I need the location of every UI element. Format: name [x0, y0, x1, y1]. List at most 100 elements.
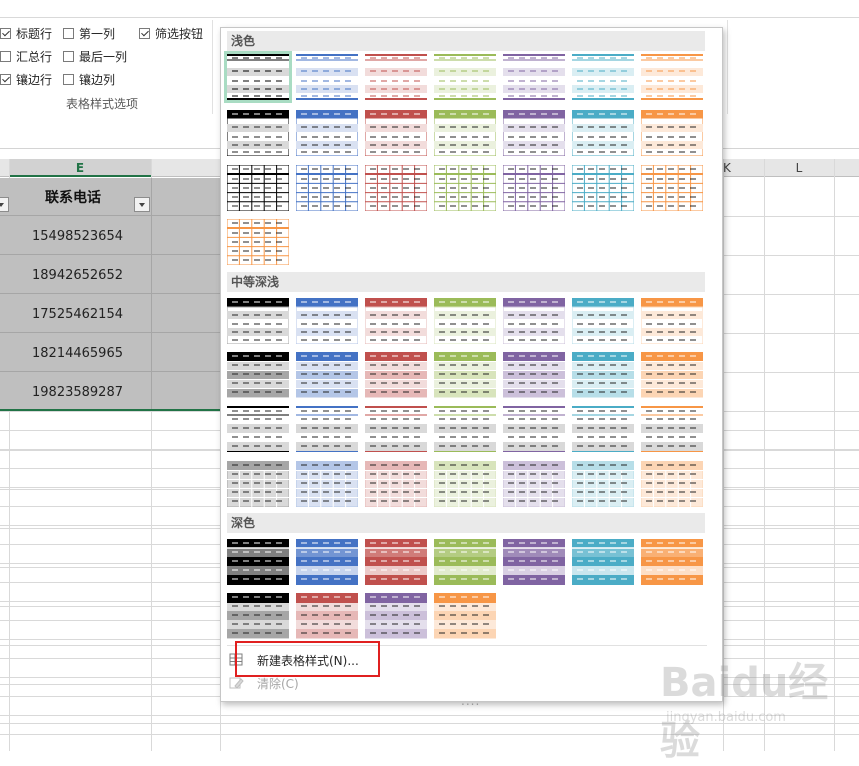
- table-style-swatch[interactable]: [641, 406, 703, 452]
- table-style-preview: [503, 110, 565, 156]
- table-style-swatch[interactable]: [434, 165, 496, 211]
- table-style-swatch[interactable]: [296, 539, 358, 585]
- table-style-swatch[interactable]: [503, 165, 565, 211]
- table-style-swatch[interactable]: [503, 352, 565, 398]
- filter-dropdown-button[interactable]: [0, 197, 9, 212]
- table-style-swatch[interactable]: [641, 165, 703, 211]
- first-column-option[interactable]: 第一列: [63, 25, 115, 41]
- table-style-swatch[interactable]: [365, 54, 427, 100]
- table-style-swatch[interactable]: [227, 110, 289, 156]
- table-style-swatch[interactable]: [572, 539, 634, 585]
- table-style-swatch[interactable]: [503, 110, 565, 156]
- table-style-swatch[interactable]: [434, 406, 496, 452]
- header-row-option[interactable]: 标题行: [0, 25, 52, 41]
- table-style-swatch[interactable]: [296, 298, 358, 344]
- column-header-d[interactable]: [0, 159, 9, 177]
- table-cell-phone[interactable]: 17525462154: [32, 307, 123, 322]
- table-style-swatch[interactable]: [434, 539, 496, 585]
- column-header-f[interactable]: [151, 159, 221, 177]
- table-style-swatch[interactable]: [227, 406, 289, 452]
- table-style-swatch[interactable]: [572, 110, 634, 156]
- contact-phone-header[interactable]: 联系电话: [45, 187, 101, 207]
- table-style-swatch[interactable]: [365, 593, 427, 639]
- table-bottom-border: [0, 409, 220, 411]
- table-style-swatch[interactable]: [572, 165, 634, 211]
- table-style-swatch[interactable]: [227, 461, 289, 507]
- banded-rows-checkbox[interactable]: [0, 73, 11, 85]
- table-style-swatch[interactable]: [503, 461, 565, 507]
- column-header-e[interactable]: E: [9, 159, 151, 177]
- table-style-swatch[interactable]: [365, 352, 427, 398]
- table-style-gallery[interactable]: 浅色 中等深浅 深色 新建表格样式(N)... 清除(C) ....: [220, 27, 723, 708]
- first-column-checkbox[interactable]: [63, 27, 74, 39]
- table-style-preview: [434, 352, 496, 398]
- table-style-swatch[interactable]: [434, 110, 496, 156]
- table-style-swatch[interactable]: [227, 298, 289, 344]
- header-row-checkbox[interactable]: [0, 27, 11, 39]
- column-header-k[interactable]: K: [723, 159, 764, 177]
- table-style-swatch[interactable]: [572, 406, 634, 452]
- table-style-swatch[interactable]: [641, 352, 703, 398]
- table-style-swatch[interactable]: [572, 298, 634, 344]
- table-cell-phone[interactable]: 15498523654: [32, 229, 123, 244]
- table-style-preview: [572, 461, 634, 507]
- table-style-swatch[interactable]: [296, 352, 358, 398]
- table-style-swatch[interactable]: [365, 539, 427, 585]
- table-style-swatch[interactable]: [296, 110, 358, 156]
- last-column-checkbox[interactable]: [63, 50, 74, 62]
- table-style-swatch[interactable]: [434, 352, 496, 398]
- table-style-swatch[interactable]: [227, 352, 289, 398]
- table-style-swatch[interactable]: [296, 593, 358, 639]
- table-style-swatch[interactable]: [365, 165, 427, 211]
- table-style-swatch[interactable]: [227, 593, 289, 639]
- table-style-swatch[interactable]: [296, 54, 358, 100]
- last-column-option[interactable]: 最后一列: [63, 48, 127, 64]
- table-style-swatch[interactable]: [641, 110, 703, 156]
- resize-grip[interactable]: ....: [461, 694, 480, 708]
- table-style-swatch[interactable]: [365, 406, 427, 452]
- table-style-swatch[interactable]: [641, 539, 703, 585]
- column-header-m[interactable]: [834, 159, 859, 177]
- table-style-swatch[interactable]: [503, 298, 565, 344]
- table-style-swatch[interactable]: [434, 461, 496, 507]
- column-header-l[interactable]: L: [764, 159, 834, 177]
- table-style-swatch[interactable]: [434, 54, 496, 100]
- table-style-swatch[interactable]: [503, 539, 565, 585]
- table-style-swatch[interactable]: [434, 593, 496, 639]
- banded-columns-option[interactable]: 镶边列: [63, 71, 115, 87]
- table-cell-phone[interactable]: 19823589287: [32, 385, 123, 400]
- table-style-swatch[interactable]: [296, 165, 358, 211]
- table-style-swatch[interactable]: [224, 51, 292, 103]
- total-row-option[interactable]: 汇总行: [0, 48, 52, 64]
- banded-rows-option[interactable]: 镶边行: [0, 71, 52, 87]
- table-style-swatch[interactable]: [434, 298, 496, 344]
- filter-dropdown-button[interactable]: [134, 197, 150, 212]
- table-style-swatch[interactable]: [227, 219, 289, 265]
- table-cell-phone[interactable]: 18214465965: [32, 346, 123, 361]
- section-header-dark: 深色: [227, 513, 705, 533]
- table-style-swatch[interactable]: [572, 352, 634, 398]
- table-style-swatch[interactable]: [365, 298, 427, 344]
- table-style-swatch[interactable]: [365, 461, 427, 507]
- table-cell-phone[interactable]: 18942652652: [32, 268, 123, 283]
- table-style-swatch[interactable]: [503, 54, 565, 100]
- banded-columns-checkbox[interactable]: [63, 73, 74, 85]
- table-style-swatch[interactable]: [227, 539, 289, 585]
- baidu-watermark: Baidu经验 jingyan.baidu.com: [660, 650, 855, 764]
- table-style-swatch[interactable]: [641, 461, 703, 507]
- group-separator: [212, 20, 213, 114]
- table-style-swatch[interactable]: [641, 298, 703, 344]
- filter-button-option[interactable]: 筛选按钮: [139, 25, 203, 41]
- table-style-swatch[interactable]: [572, 54, 634, 100]
- table-style-swatch[interactable]: [296, 406, 358, 452]
- table-style-preview: [296, 539, 358, 585]
- total-row-checkbox[interactable]: [0, 50, 11, 62]
- filter-button-checkbox[interactable]: [139, 27, 150, 39]
- table-style-swatch[interactable]: [296, 461, 358, 507]
- watermark-url: jingyan.baidu.com: [666, 710, 786, 725]
- table-style-swatch[interactable]: [365, 110, 427, 156]
- table-style-swatch[interactable]: [503, 406, 565, 452]
- table-style-swatch[interactable]: [641, 54, 703, 100]
- table-style-swatch[interactable]: [227, 165, 289, 211]
- table-style-swatch[interactable]: [572, 461, 634, 507]
